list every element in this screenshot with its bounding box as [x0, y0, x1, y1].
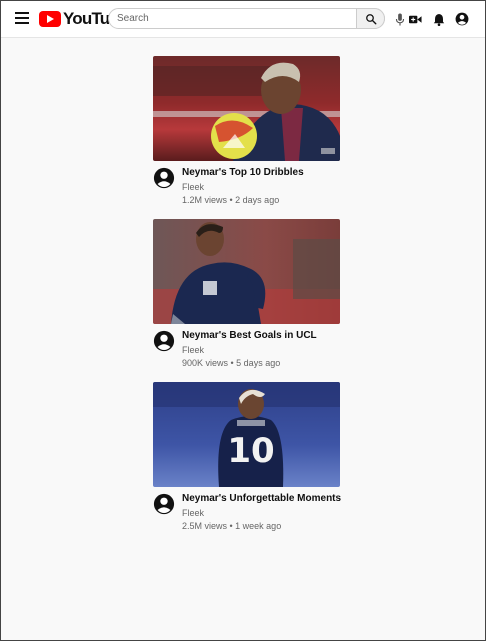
channel-name[interactable]: Fleek — [182, 181, 204, 193]
video-title[interactable]: Neymar's Best Goals in UCL — [182, 329, 317, 342]
youtube-play-icon — [39, 11, 61, 27]
search-button[interactable] — [356, 8, 385, 29]
microphone-icon[interactable] — [393, 12, 407, 26]
search-input[interactable] — [117, 11, 353, 26]
channel-avatar-icon[interactable] — [153, 167, 175, 189]
app-window: YouTube Search Neymar's Top 10 Dribbles … — [0, 0, 486, 641]
channel-name[interactable]: Fleek — [182, 344, 204, 356]
channel-avatar-icon[interactable] — [153, 330, 175, 352]
video-thumbnail[interactable] — [153, 219, 340, 324]
top-bar: YouTube — [1, 1, 485, 38]
channel-avatar-icon[interactable] — [153, 493, 175, 515]
channel-name[interactable]: Fleek — [182, 507, 204, 519]
account-icon[interactable] — [455, 12, 469, 26]
video-metadata: 2.5M views • 1 week ago — [182, 521, 282, 531]
svg-text:10: 10 — [227, 431, 274, 471]
search-box — [108, 8, 385, 29]
notifications-bell-icon[interactable] — [432, 12, 446, 26]
video-title[interactable]: Neymar's Top 10 Dribbles — [182, 166, 304, 179]
create-video-icon[interactable] — [408, 12, 422, 26]
video-thumbnail[interactable]: 10 — [153, 382, 340, 487]
menu-icon[interactable] — [15, 12, 29, 26]
video-title[interactable]: Neymar's Unforgettable Moments — [182, 492, 341, 505]
video-metadata: 1.2M views • 2 days ago — [182, 195, 280, 205]
search-icon — [365, 13, 376, 24]
video-metadata: 900K views • 5 days ago — [182, 358, 281, 368]
video-thumbnail[interactable] — [153, 56, 340, 161]
